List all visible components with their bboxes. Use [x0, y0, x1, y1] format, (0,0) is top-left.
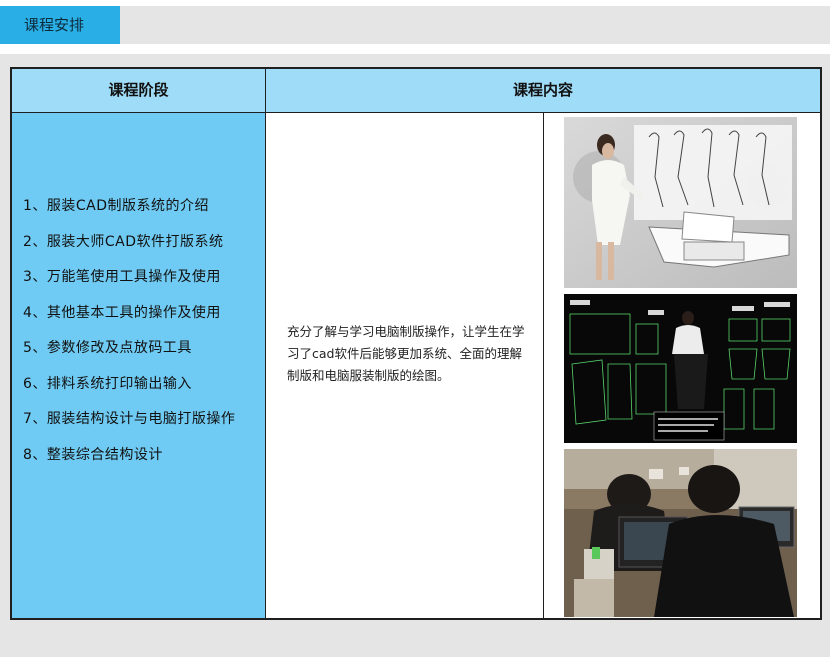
stage-item: 8、整装综合结构设计: [23, 446, 163, 463]
stage-list: 1、服装CAD制版系统的介绍 2、服装大师CAD软件打版系统 3、万能笔使用工具…: [23, 197, 235, 481]
stage-item: 5、参数修改及点放码工具: [23, 340, 192, 356]
column-header-stage: 课程阶段: [12, 69, 266, 112]
stage-item: 3、万能笔使用工具操作及使用: [23, 269, 221, 285]
classroom-photo-image: [564, 449, 797, 617]
stage-item: 7、服装结构设计与电脑打版操作: [23, 411, 236, 427]
stage-item: 2、服装大师CAD软件打版系统: [23, 233, 224, 250]
stage-item: 4、其他基本工具的操作及使用: [23, 304, 221, 321]
fashion-model-sketch-image: [564, 117, 797, 288]
course-panel: 课程阶段 课程内容 1、服装CAD制版系统的介绍 2、服装大师CAD软件打版系统…: [0, 54, 830, 657]
course-description: 充分了解与学习电脑制版操作，让学生在学习了cad软件后能够更加系统、全面的理解制…: [287, 324, 525, 383]
image-column: [544, 113, 820, 618]
table-header-row: 课程阶段 课程内容: [12, 69, 820, 113]
stage-item: 6、排料系统打印输出输入: [23, 375, 192, 392]
stage-column: 1、服装CAD制版系统的介绍 2、服装大师CAD软件打版系统 3、万能笔使用工具…: [12, 113, 266, 618]
content-column: 充分了解与学习电脑制版操作，让学生在学习了cad软件后能够更加系统、全面的理解制…: [266, 113, 544, 618]
column-header-content: 课程内容: [512, 81, 573, 99]
stage-item: 1、服装CAD制版系统的介绍: [23, 198, 210, 214]
course-table: 课程阶段 课程内容 1、服装CAD制版系统的介绍 2、服装大师CAD软件打版系统…: [10, 67, 822, 620]
pattern-software-image: [564, 294, 797, 443]
section-title-tab[interactable]: 课程安排: [0, 6, 120, 44]
header-bar: 课程安排: [0, 6, 830, 44]
